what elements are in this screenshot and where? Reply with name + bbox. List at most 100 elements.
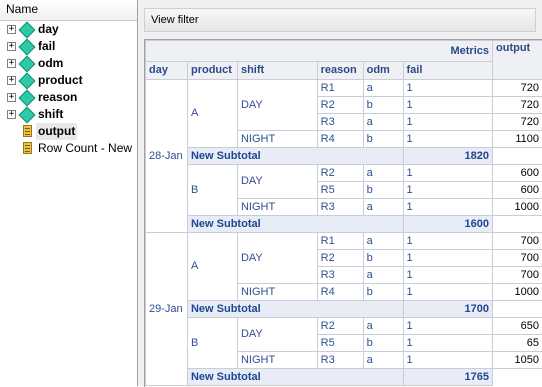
output-cell: 1050 xyxy=(493,352,542,369)
expand-icon[interactable]: + xyxy=(7,93,16,102)
subtotal-label: New Subtotal xyxy=(187,301,403,318)
metrics-header: Metrics xyxy=(450,44,489,59)
fail-cell: 1 xyxy=(403,80,493,97)
grid-header-row: Metricsoutput xyxy=(146,41,542,62)
odm-cell: b xyxy=(363,250,403,267)
reason-cell: R5 xyxy=(317,182,363,199)
output-cell: 1000 xyxy=(493,284,542,301)
odm-cell: b xyxy=(363,182,403,199)
shift-cell: DAY xyxy=(237,233,317,284)
shift-cell: NIGHT xyxy=(237,199,317,216)
output-cell: 1100 xyxy=(493,131,542,148)
product-cell: A xyxy=(187,233,237,301)
subtotal-value: 1600 xyxy=(403,216,493,233)
subtotal-value: 1820 xyxy=(403,148,493,165)
dimension-icon xyxy=(19,90,36,107)
product-cell: A xyxy=(187,80,237,148)
fail-cell: 1 xyxy=(403,131,493,148)
tree-item-measure[interactable]: output xyxy=(0,123,137,140)
odm-cell: a xyxy=(363,199,403,216)
tree-item-fail[interactable]: + fail xyxy=(0,38,137,55)
output-cell: 700 xyxy=(493,233,542,250)
tree-item-product[interactable]: +product xyxy=(0,72,137,89)
expand-icon[interactable]: + xyxy=(7,25,16,34)
tree-item-day[interactable]: +day xyxy=(0,21,137,38)
odm-cell: a xyxy=(363,352,403,369)
tree-item-shift[interactable]: +shift xyxy=(0,106,137,123)
subtotal-row: New Subtotal1600 xyxy=(146,216,542,233)
shift-cell: NIGHT xyxy=(237,352,317,369)
fail-cell: 1 xyxy=(403,97,493,114)
fail-cell: 1 xyxy=(403,165,493,182)
dimension-icon xyxy=(19,56,36,73)
fail-cell: 1 xyxy=(403,284,493,301)
output-cell: 720 xyxy=(493,97,542,114)
reason-cell: R3 xyxy=(317,114,363,131)
dimension-icon xyxy=(19,39,36,56)
column-header-output: output xyxy=(493,41,542,80)
reason-cell: R5 xyxy=(317,335,363,352)
reason-cell: R1 xyxy=(317,233,363,250)
tree-header[interactable]: Name xyxy=(0,0,137,21)
subtotal-label: New Subtotal xyxy=(187,369,403,386)
report-pane: View filter Metricsoutputdayproductshift… xyxy=(138,0,542,386)
expand-icon[interactable]: + xyxy=(7,59,16,68)
shift-cell: DAY xyxy=(237,80,317,131)
output-cell: 600 xyxy=(493,182,542,199)
odm-cell: a xyxy=(363,114,403,131)
fail-cell: 1 xyxy=(403,233,493,250)
measure-icon xyxy=(23,142,32,154)
tree-item-label: odm xyxy=(38,55,63,72)
column-header-shift: shift xyxy=(237,62,317,80)
object-tree: +day+fail+odm+product+reason+shiftoutput… xyxy=(0,21,137,157)
tree-item-label: fail xyxy=(38,38,55,55)
odm-cell: a xyxy=(363,267,403,284)
reason-cell: R4 xyxy=(317,131,363,148)
output-cell: 600 xyxy=(493,165,542,182)
odm-cell: b xyxy=(363,131,403,148)
reason-cell: R4 xyxy=(317,284,363,301)
odm-cell: b xyxy=(363,284,403,301)
grid-table: Metricsoutputdayproductshiftreasonodmfai… xyxy=(145,40,542,386)
tree-item-reason[interactable]: + reason xyxy=(0,89,137,106)
output-cell: 700 xyxy=(493,267,542,284)
output-cell: 1000 xyxy=(493,199,542,216)
subtotal-value: 1700 xyxy=(403,301,493,318)
expand-icon[interactable]: + xyxy=(7,42,16,51)
column-header-reason: reason xyxy=(317,62,363,80)
odm-cell: a xyxy=(363,318,403,335)
column-header-product: product xyxy=(187,62,237,80)
tree-item-label: Row Count - New xyxy=(38,140,132,157)
column-header-odm: odm xyxy=(363,62,403,80)
fail-cell: 1 xyxy=(403,199,493,216)
tree-item-odm[interactable]: + odm xyxy=(0,55,137,72)
tree-item-measure[interactable]: Row Count - New xyxy=(0,140,137,157)
shift-cell: NIGHT xyxy=(237,284,317,301)
table-row: BDAYR2a1600 xyxy=(146,165,542,182)
fail-cell: 1 xyxy=(403,267,493,284)
column-header-fail: fail xyxy=(403,62,493,80)
shift-cell: DAY xyxy=(237,318,317,352)
shift-cell: DAY xyxy=(237,165,317,199)
output-cell: 65 xyxy=(493,335,542,352)
reason-cell: R2 xyxy=(317,318,363,335)
subtotal-row: New Subtotal1765 xyxy=(146,369,542,386)
output-cell: 650 xyxy=(493,318,542,335)
tree-item-label: reason xyxy=(38,89,77,106)
fail-cell: 1 xyxy=(403,114,493,131)
dimension-icon xyxy=(19,107,36,124)
report-grid: Metricsoutputdayproductshiftreasonodmfai… xyxy=(144,39,542,387)
object-tree-panel: Name +day+fail+odm+product+reason+shifto… xyxy=(0,0,138,386)
product-cell: B xyxy=(187,318,237,369)
grid-header-row: dayproductshiftreasonodmfail xyxy=(146,62,542,80)
output-cell: 720 xyxy=(493,80,542,97)
grid-corner: Metrics xyxy=(146,41,493,62)
odm-cell: a xyxy=(363,233,403,250)
expand-icon[interactable]: + xyxy=(7,76,16,85)
view-filter-bar[interactable]: View filter xyxy=(144,8,536,32)
view-filter-label[interactable]: View filter xyxy=(151,14,198,26)
subtotal-label: New Subtotal xyxy=(187,216,403,233)
expand-icon[interactable]: + xyxy=(7,110,16,119)
shift-cell: NIGHT xyxy=(237,131,317,148)
odm-cell: b xyxy=(363,335,403,352)
